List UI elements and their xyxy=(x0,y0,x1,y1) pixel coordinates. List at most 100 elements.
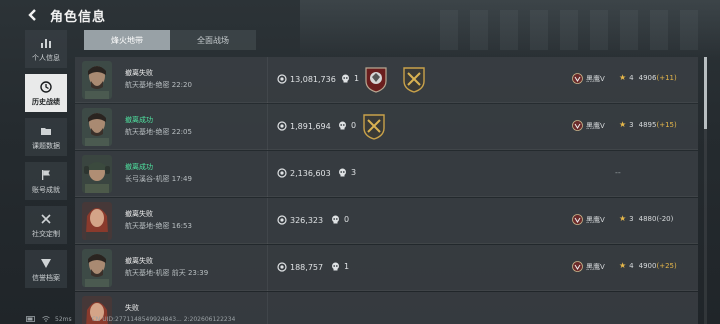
tab-warzone-operations[interactable]: 烽火地带 xyxy=(84,30,170,50)
sidebar-item-label: 信誉档案 xyxy=(32,273,60,282)
list-scrollbar[interactable] xyxy=(704,57,707,324)
score-delta: (+15) xyxy=(656,120,677,129)
tab-full-battlefield[interactable]: 全面战场 xyxy=(170,30,256,50)
kill-count: 1 xyxy=(331,262,349,271)
gold-crossed-guns-badge[interactable] xyxy=(400,65,428,93)
rank-tier: 黑鹰V xyxy=(572,214,605,225)
rank-score: ★ 4 4900 (+25) xyxy=(619,261,677,270)
sidebar-item-task-data[interactable]: 课题数据 xyxy=(25,118,67,156)
star-count: 4 xyxy=(629,73,634,82)
operator-avatar xyxy=(82,155,112,193)
sidebar-item-label: 课题数据 xyxy=(32,141,60,150)
loot-value-text: 13,081,736 xyxy=(290,74,336,84)
red-shield-wolf-badge[interactable] xyxy=(362,65,390,93)
rank-tier: 黑鹰V xyxy=(572,73,605,84)
rank-tier-text: 黑鹰V xyxy=(586,74,605,83)
black-hawk-rank-icon xyxy=(572,261,583,272)
sidebar: 个人信息 历史战绩 课题数据 账号成就 社交定制 信誉档案 xyxy=(25,30,67,294)
mode-tabs: 烽火地带 全面战场 xyxy=(84,30,256,50)
back-button[interactable] xyxy=(18,0,48,30)
star-icon: ★ xyxy=(619,73,627,82)
scroll-thumb[interactable] xyxy=(704,57,707,129)
kill-count: 3 xyxy=(338,168,356,177)
match-record-row[interactable]: 撤离失败 航天基地-绝密 22:20 13,081,736 1 黑鹰V ★ 4 … xyxy=(75,57,698,103)
ping-value: 52ms xyxy=(55,315,72,323)
operator-avatar xyxy=(82,61,112,99)
extraction-result: 撤离失败 xyxy=(125,210,153,218)
back-arrow-icon xyxy=(28,9,36,21)
currency-icon xyxy=(277,74,287,84)
sidebar-item-credit-record[interactable]: 信誉档案 xyxy=(25,250,67,288)
sidebar-item-label: 账号成就 xyxy=(32,185,60,194)
map-and-time: 航天基地-绝密 16:53 xyxy=(125,222,192,230)
operator-avatar xyxy=(82,108,112,146)
skull-icon xyxy=(338,121,347,130)
loot-value-text: 1,891,694 xyxy=(290,121,331,131)
currency-icon xyxy=(277,168,287,178)
rank-tier-text: 黑鹰V xyxy=(586,121,605,130)
map-and-time: 长弓溪谷-机密 17:49 xyxy=(125,175,192,183)
status-bar: 52ms CN UID:2771148549924843... 2:202606… xyxy=(0,314,720,324)
currency-icon xyxy=(277,215,287,225)
rank-score: ★ 4 4906 (+11) xyxy=(619,73,677,82)
loot-value: 2,136,603 xyxy=(277,168,331,178)
black-hawk-rank-icon xyxy=(572,120,583,131)
loot-value-text: 188,757 xyxy=(290,262,324,272)
operator-avatar xyxy=(82,249,112,287)
star-icon: ★ xyxy=(619,261,627,270)
wifi-icon xyxy=(42,316,50,322)
map-and-time: 航天基地-机密 前天 23:39 xyxy=(125,269,209,277)
rank-tier: 黑鹰V xyxy=(572,261,605,272)
match-record-row[interactable]: 撤离失败 航天基地-绝密 16:53 326,323 0 黑鹰V ★ 3 488… xyxy=(75,198,698,244)
star-count: 4 xyxy=(629,261,634,270)
user-uid: CN UID:2771148549924843... 2:20260612223… xyxy=(91,315,236,323)
page-title: 角色信息 xyxy=(50,9,107,25)
sidebar-item-profile[interactable]: 个人信息 xyxy=(25,30,67,68)
map-and-time: 航天基地-绝密 22:20 xyxy=(125,81,192,89)
match-record-row[interactable]: 撤离成功 航天基地-绝密 22:05 1,891,694 0 黑鹰V ★ 3 4… xyxy=(75,104,698,150)
star-count: 3 xyxy=(629,120,634,129)
sidebar-item-label: 个人信息 xyxy=(32,53,60,62)
rank-tier: 黑鹰V xyxy=(572,120,605,131)
extraction-result: 失败 xyxy=(125,304,139,312)
star-icon: ★ xyxy=(619,214,627,223)
bar-chart-icon xyxy=(39,36,53,50)
score-delta: (+11) xyxy=(656,73,677,82)
kill-count-text: 3 xyxy=(351,168,357,177)
skull-icon xyxy=(331,262,340,271)
skull-icon xyxy=(341,74,350,83)
flag-icon xyxy=(39,168,53,182)
extraction-result: 撤离成功 xyxy=(125,116,153,124)
shield-badge-icon xyxy=(39,256,53,270)
kill-count: 1 xyxy=(341,74,359,83)
loot-value-text: 2,136,603 xyxy=(290,168,331,178)
kill-count-text: 1 xyxy=(354,74,360,83)
gold-crossed-guns-badge[interactable] xyxy=(360,112,388,140)
extraction-result: 撤离失败 xyxy=(125,69,153,77)
loot-value-text: 326,323 xyxy=(290,215,324,225)
extraction-result: 撤离成功 xyxy=(125,163,153,171)
score-value: 4900 xyxy=(638,261,657,270)
match-record-row[interactable]: 撤离失败 航天基地-机密 前天 23:39 188,757 1 黑鹰V ★ 4 … xyxy=(75,245,698,291)
score-value: 4880 xyxy=(638,214,657,223)
operator-avatar xyxy=(82,202,112,240)
folder-icon xyxy=(39,124,53,138)
sidebar-item-label: 社交定制 xyxy=(32,229,60,238)
match-history-list: 撤离失败 航天基地-绝密 22:20 13,081,736 1 黑鹰V ★ 4 … xyxy=(75,57,698,324)
score-value: 4906 xyxy=(638,73,657,82)
score-delta: (+25) xyxy=(656,261,677,270)
kill-count: 0 xyxy=(338,121,356,130)
currency-icon xyxy=(277,121,287,131)
kill-count-text: 1 xyxy=(344,262,350,271)
match-record-row[interactable]: 撤离成功 长弓溪谷-机密 17:49 2,136,603 3 -- xyxy=(75,151,698,197)
score-delta: (-20) xyxy=(656,214,674,223)
sidebar-item-history[interactable]: 历史战绩 xyxy=(25,74,67,112)
history-clock-icon xyxy=(39,80,53,94)
sidebar-item-social-custom[interactable]: 社交定制 xyxy=(25,206,67,244)
tools-icon xyxy=(39,212,53,226)
star-icon: ★ xyxy=(619,120,627,129)
kill-count-text: 0 xyxy=(351,121,357,130)
sidebar-item-achievements[interactable]: 账号成就 xyxy=(25,162,67,200)
loot-value: 326,323 xyxy=(277,215,323,225)
kill-count: 0 xyxy=(331,215,349,224)
